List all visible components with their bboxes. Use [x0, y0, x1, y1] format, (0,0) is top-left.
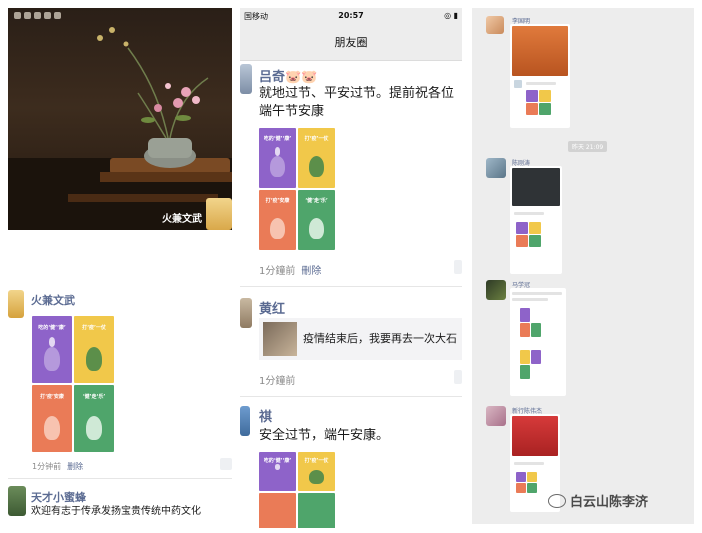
poster-image[interactable]: 打‘疫’安康	[32, 385, 72, 452]
avatar[interactable]	[486, 406, 506, 426]
message-card[interactable]	[510, 288, 566, 396]
flower-arrangement-image	[8, 27, 232, 230]
post-text: 欢迎有志于传承发扬宝贵传统中药文化	[31, 506, 201, 517]
avatar[interactable]	[240, 298, 252, 328]
avatar[interactable]	[486, 280, 506, 300]
page-title: 朋友圈	[240, 24, 462, 61]
post-meta: 1分钟前 删除	[32, 461, 83, 472]
avatar[interactable]	[240, 64, 252, 94]
post-text-line: 就地过节、平安过节。提前祝各位	[259, 86, 455, 101]
link-thumbnail	[263, 322, 297, 356]
chat-panel-right: 李国明 昨天 21:09 陈刚涛 马学冠 新行陈伟杰	[472, 8, 694, 524]
avatar[interactable]	[8, 486, 26, 516]
poster-image[interactable]: ‘健’走‘乐’	[298, 190, 335, 250]
watermark-text: 白云山陈李济	[570, 495, 649, 510]
post-image-grid[interactable]: 吃的‘健’‘康’ 打‘疫’一仗 打‘疫’安康 ‘健’走‘乐’	[32, 316, 114, 452]
delete-link[interactable]: 刪除	[301, 266, 321, 277]
avatar[interactable]	[486, 158, 506, 178]
shared-link-card[interactable]: 疫情结束后，我要再去一次大石	[259, 318, 462, 360]
post-time: 1分鐘前	[259, 266, 296, 277]
post-nickname[interactable]: 火兼文武	[31, 292, 75, 308]
divider	[8, 478, 232, 479]
post-time: 1分钟前	[32, 462, 62, 471]
watermark: 白云山陈李济	[548, 491, 648, 510]
post-text: 安全过节，端午安康。	[259, 428, 390, 443]
message-card[interactable]	[510, 166, 562, 274]
avatar[interactable]	[8, 290, 24, 318]
poster-image[interactable]	[259, 493, 296, 528]
post-nickname[interactable]: 黄红	[259, 298, 285, 317]
post-meta: 1分鐘前 刪除	[259, 262, 321, 277]
more-icon[interactable]	[454, 370, 462, 384]
post-time: 1分鐘前	[259, 376, 296, 387]
post-text-line: 端午节安康	[259, 104, 325, 119]
moments-panel-left: 火兼文武 火兼文武 吃的‘健’‘康’ 打‘疫’一仗 打‘疫’安康 ‘健’走‘乐’…	[8, 8, 232, 528]
moments-panel-middle: 国移动 20:57 ◎ ▮ 朋友圈 吕奇🐷🐷 就地过节、平安过节。提前祝各位 端…	[240, 8, 462, 528]
poster-image[interactable]: 打‘疫’一仗	[298, 452, 335, 491]
more-icon[interactable]	[454, 260, 462, 274]
poster-image[interactable]: 吃的‘健’‘康’	[32, 316, 72, 383]
poster-image[interactable]: 打‘疫’安康	[259, 190, 296, 250]
wechat-icon	[548, 493, 566, 508]
post-image-grid[interactable]: 吃的‘健’‘康’ 打‘疫’一仗 打‘疫’安康 ‘健’走‘乐’	[259, 128, 335, 250]
poster-image[interactable]: 吃的‘健’‘康’	[259, 128, 296, 188]
post-nickname[interactable]: 祺	[259, 406, 272, 425]
message-card[interactable]	[510, 24, 570, 128]
more-icon[interactable]	[220, 458, 232, 470]
time-separator: 昨天 21:09	[568, 141, 608, 152]
clock: 20:57	[338, 11, 364, 20]
divider	[240, 286, 462, 287]
delete-link[interactable]: 删除	[67, 462, 83, 471]
post-nickname[interactable]: 吕奇🐷🐷	[259, 66, 317, 85]
poster-image[interactable]: 打‘疫’一仗	[74, 316, 114, 383]
battery-icon: ◎ ▮	[444, 11, 458, 20]
post-meta: 1分鐘前	[259, 372, 295, 387]
status-bar: 国移动 20:57 ◎ ▮	[240, 8, 462, 24]
poster-image[interactable]: 吃的‘健’‘康’	[259, 452, 296, 491]
my-avatar[interactable]	[206, 198, 232, 230]
avatar[interactable]	[240, 406, 250, 436]
divider	[240, 396, 462, 397]
poster-image[interactable]: 打‘疫’一仗	[298, 128, 335, 188]
post-image-grid[interactable]: 吃的‘健’‘康’ 打‘疫’一仗	[259, 452, 335, 528]
poster-image[interactable]	[298, 493, 335, 528]
avatar[interactable]	[486, 16, 504, 34]
post-nickname[interactable]: 天才小蜜蜂	[31, 489, 86, 505]
cover-photo[interactable]: 火兼文武	[8, 8, 232, 230]
link-title: 疫情结束后，我要再去一次大石	[303, 332, 457, 345]
poster-image[interactable]: ‘健’走‘乐’	[74, 385, 114, 452]
screenshot-collage: 火兼文武 火兼文武 吃的‘健’‘康’ 打‘疫’一仗 打‘疫’安康 ‘健’走‘乐’…	[0, 0, 702, 533]
cover-nickname: 火兼文武	[162, 214, 202, 225]
